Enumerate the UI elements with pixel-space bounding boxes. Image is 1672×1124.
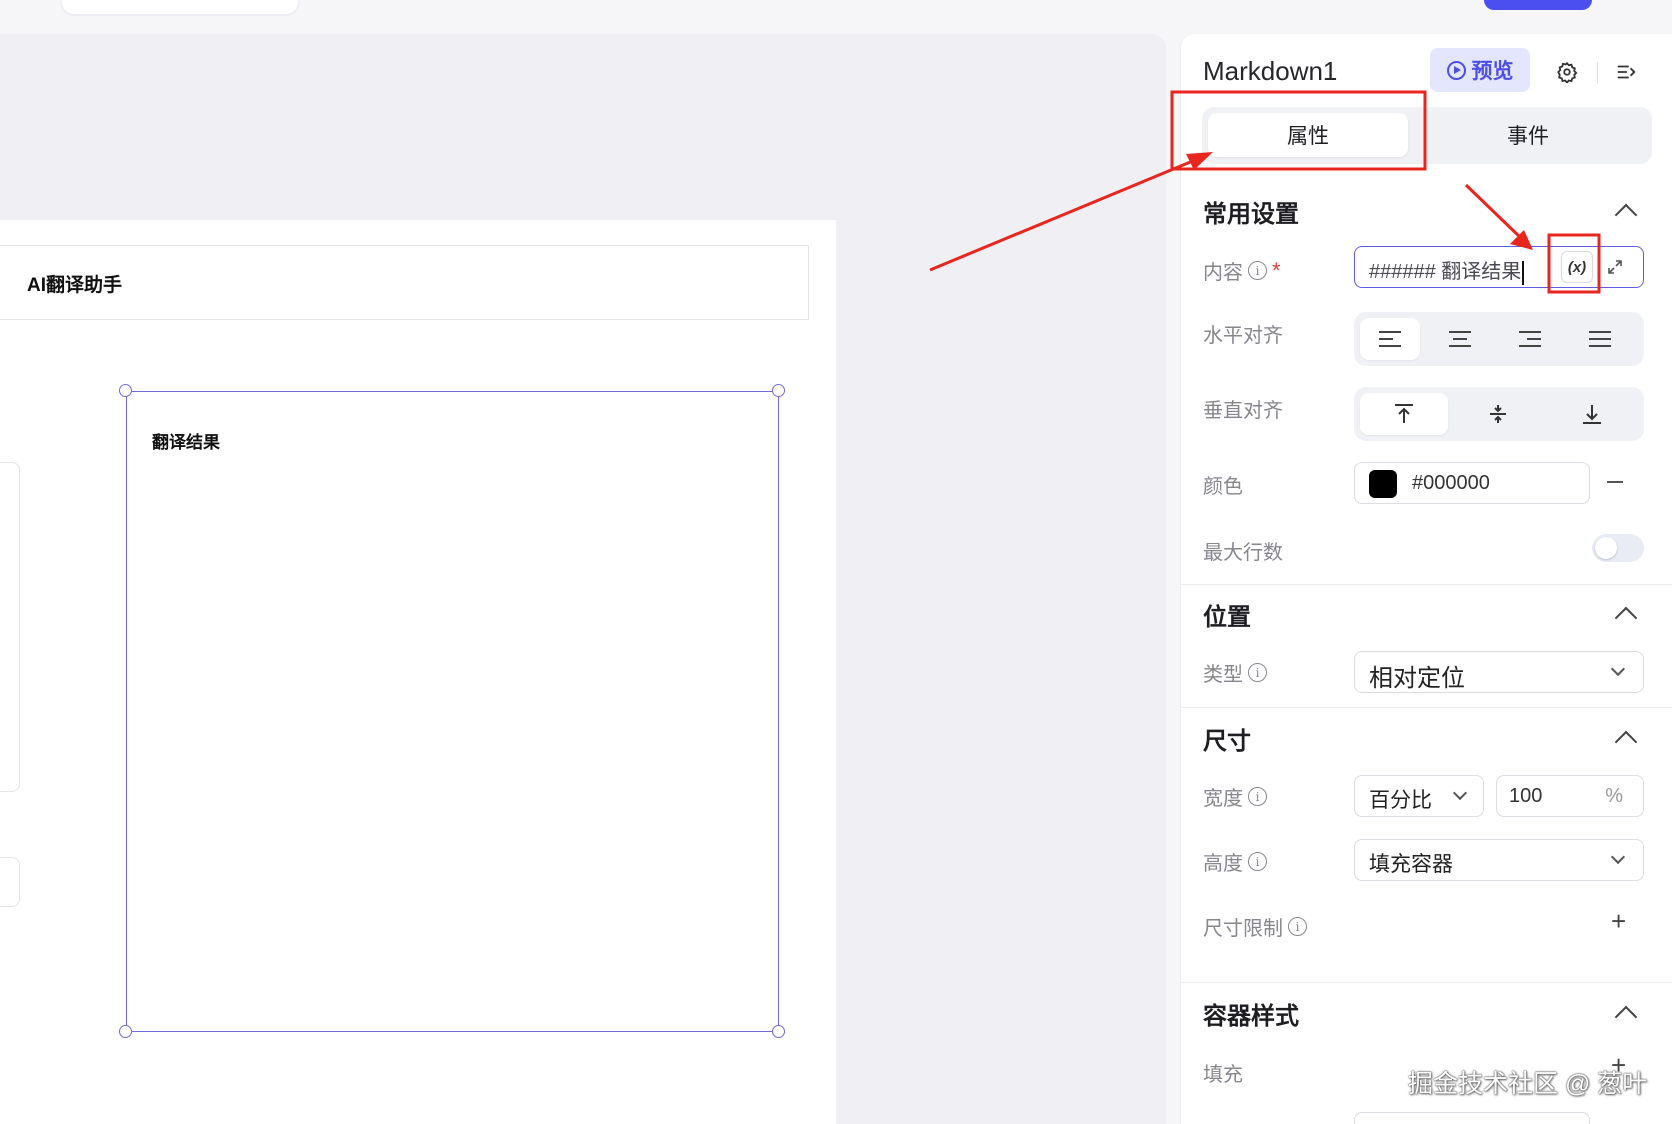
info-icon[interactable]: i (1248, 852, 1267, 871)
variable-fx-button[interactable]: (x) (1561, 251, 1593, 283)
resize-handle-top-right[interactable] (772, 384, 785, 397)
horizontal-align-group (1354, 312, 1644, 366)
markdown-rendered-text: 翻译结果 (152, 433, 220, 452)
preview-label: 预览 (1471, 60, 1514, 83)
width-value-input[interactable]: 100 % (1496, 775, 1644, 817)
color-label: 颜色 (1203, 476, 1243, 498)
chevron-up-icon[interactable] (1614, 1005, 1638, 1029)
height-mode-value: 填充容器 (1369, 853, 1453, 876)
type-label-row: 类型 i (1203, 658, 1267, 687)
width-unit: % (1605, 785, 1623, 807)
align-top-icon[interactable] (1360, 393, 1448, 435)
chevron-up-icon[interactable] (1614, 730, 1638, 754)
vertical-align-group (1354, 387, 1644, 441)
width-number: 100 (1509, 785, 1543, 807)
play-icon (1446, 60, 1466, 80)
chevron-up-icon[interactable] (1614, 203, 1638, 227)
align-center-icon[interactable] (1430, 318, 1490, 360)
info-icon[interactable]: i (1248, 663, 1267, 682)
section-title-position: 位置 (1203, 604, 1251, 631)
panel-tabs: 属性 事件 (1202, 107, 1652, 164)
add-size-limit-icon[interactable]: + (1611, 906, 1626, 937)
valign-label: 垂直对齐 (1203, 400, 1283, 422)
chevron-down-icon (1452, 785, 1468, 801)
type-label: 类型 (1203, 664, 1243, 686)
color-input[interactable]: #000000 (1354, 462, 1590, 504)
collapse-panel-icon[interactable] (1609, 55, 1643, 89)
fill-label: 填充 (1203, 1064, 1243, 1086)
align-right-icon[interactable] (1500, 318, 1560, 360)
resize-handle-bottom-right[interactable] (772, 1025, 785, 1038)
header-divider (1597, 62, 1598, 84)
align-bottom-icon[interactable] (1548, 393, 1636, 435)
width-label: 宽度 (1203, 788, 1243, 810)
expand-icon[interactable] (1599, 251, 1631, 283)
component-name: Markdown1 (1203, 56, 1338, 86)
fill-input-stub[interactable] (1354, 1112, 1590, 1124)
top-toolbar-pill[interactable] (60, 0, 300, 16)
max-lines-label: 最大行数 (1203, 542, 1283, 564)
content-label-row: 内容 i * (1203, 256, 1281, 285)
info-icon[interactable]: i (1248, 261, 1267, 280)
section-title-container-style: 容器样式 (1203, 1003, 1299, 1030)
position-type-value: 相对定位 (1369, 665, 1465, 692)
color-hex-value: #000000 (1412, 472, 1490, 494)
section-divider (1181, 982, 1672, 983)
section-divider (1181, 584, 1672, 585)
resize-handle-top-left[interactable] (119, 384, 132, 397)
preview-button[interactable]: 预览 (1430, 48, 1530, 92)
halign-label: 水平对齐 (1203, 325, 1283, 347)
required-asterisk: * (1272, 257, 1281, 283)
chevron-down-icon (1610, 849, 1626, 865)
tab-events[interactable]: 事件 (1428, 113, 1628, 157)
text-caret (1522, 260, 1525, 285)
max-lines-toggle[interactable] (1592, 534, 1644, 562)
resize-handle-bottom-left[interactable] (119, 1025, 132, 1038)
align-justify-icon[interactable] (1570, 318, 1630, 360)
watermark: 掘金技术社区 @ 葱叶 (1408, 1070, 1648, 1098)
position-type-select[interactable]: 相对定位 (1354, 651, 1644, 693)
height-label-row: 高度 i (1203, 847, 1267, 876)
content-label: 内容 (1203, 262, 1243, 284)
size-limit-label: 尺寸限制 (1203, 918, 1283, 940)
width-mode-select[interactable]: 百分比 (1354, 775, 1484, 817)
property-panel: Markdown1 预览 属性 事件 常用设置 内容 i * ###### 翻译… (1180, 34, 1672, 1124)
align-left-icon[interactable] (1360, 318, 1420, 360)
chevron-up-icon[interactable] (1614, 606, 1638, 630)
toggle-knob (1595, 537, 1617, 559)
remove-color-icon[interactable] (1607, 481, 1623, 483)
input-component-stub[interactable] (0, 462, 20, 792)
color-swatch[interactable] (1369, 470, 1397, 498)
height-label: 高度 (1203, 853, 1243, 875)
top-primary-button[interactable] (1484, 0, 1592, 10)
chevron-down-icon (1610, 661, 1626, 677)
content-input[interactable]: ###### 翻译结果 (x) (1354, 246, 1644, 288)
app-header-component[interactable]: AI翻译助手 (0, 245, 809, 320)
tab-properties[interactable]: 属性 (1208, 113, 1408, 157)
gear-icon[interactable] (1550, 55, 1584, 89)
markdown-component-selected[interactable]: 翻译结果 (126, 391, 779, 1032)
button-component-stub[interactable] (0, 857, 20, 907)
width-mode-value: 百分比 (1369, 789, 1432, 812)
section-title-common: 常用设置 (1203, 201, 1299, 228)
height-mode-select[interactable]: 填充容器 (1354, 839, 1644, 881)
section-divider (1181, 707, 1672, 708)
align-middle-icon[interactable] (1454, 393, 1542, 435)
size-limit-label-row: 尺寸限制 i (1203, 912, 1307, 941)
section-title-size: 尺寸 (1203, 728, 1251, 755)
content-input-value: ###### 翻译结果 (1369, 261, 1522, 283)
app-title: AI翻译助手 (27, 275, 123, 296)
info-icon[interactable]: i (1248, 787, 1267, 806)
info-icon[interactable]: i (1288, 917, 1307, 936)
width-label-row: 宽度 i (1203, 782, 1267, 811)
